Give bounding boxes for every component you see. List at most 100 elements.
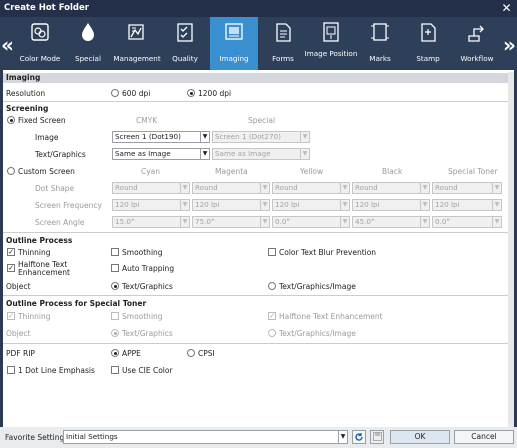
angle-black-value: 45.0° (355, 217, 375, 226)
column-magenta: Magenta (215, 167, 248, 176)
special-text-graphics-label: Text/Graphics (122, 329, 173, 338)
save-favorite-button[interactable] (370, 430, 384, 444)
column-cyan: Cyan (141, 167, 161, 176)
frequency-yellow-value: 120 lpi (275, 200, 300, 209)
favorite-setting-value: Initial Settings (66, 432, 118, 441)
radio-special-text-graphics-image (268, 329, 276, 337)
thinning-checkbox[interactable]: ✓ (7, 248, 15, 256)
favorite-setting-select[interactable]: Initial Settings ▼ (63, 430, 348, 444)
tab-special[interactable]: Special (64, 17, 112, 70)
auto-trapping-checkbox[interactable] (111, 264, 119, 272)
color-mode-icon (16, 21, 64, 43)
radio-appe[interactable] (111, 349, 119, 357)
radio-object-text-graphics[interactable] (111, 282, 119, 290)
image-position-icon (307, 21, 355, 43)
use-cie-color-checkbox[interactable] (111, 366, 119, 374)
dot-shape-black-select: Round ▼ (352, 182, 430, 194)
color-text-blur-checkbox[interactable] (268, 248, 276, 256)
chevron-down-icon: ▼ (340, 200, 349, 210)
smoothing-checkbox[interactable] (111, 248, 119, 256)
tab-marks[interactable]: Marks (356, 17, 404, 70)
outline-special-heading: Outline Process for Special Toner (6, 299, 147, 308)
text-graphics-cmyk-select[interactable]: Same as Image ▼ (112, 148, 210, 160)
radio-object-text-graphics-image[interactable] (268, 282, 276, 290)
tab-imaging[interactable]: Imaging (210, 17, 258, 70)
tab-label: Workflow (460, 54, 494, 63)
column-special-toner: Special Toner (448, 167, 498, 176)
image-cmyk-value: Screen 1 (Dot190) (115, 132, 181, 141)
toolbar-next-arrow[interactable]: » (503, 33, 516, 57)
radio-cpsi[interactable] (187, 349, 195, 357)
close-button[interactable]: ✕ (500, 2, 513, 15)
cancel-button[interactable]: Cancel (454, 430, 514, 444)
chevron-down-icon: ▼ (180, 200, 189, 210)
frequency-special-select: 120 lpi ▼ (432, 199, 502, 211)
frequency-cyan-select: 120 lpi ▼ (112, 199, 190, 211)
tab-color-mode[interactable]: Color Mode (16, 17, 64, 70)
object-text-graphics-label: Text/Graphics (122, 282, 173, 291)
radio-custom-screen[interactable] (7, 167, 15, 175)
use-cie-color-label: Use CIE Color (122, 366, 173, 375)
angle-cyan-select: 15.0° ▼ (112, 216, 190, 228)
divider (3, 295, 508, 296)
divider (3, 343, 508, 344)
outline-process-heading: Outline Process (6, 236, 73, 245)
ok-button[interactable]: OK (390, 430, 450, 444)
angle-special-value: 0.0° (435, 217, 451, 226)
toolbar-prev-arrow[interactable]: « (1, 33, 14, 57)
tab-stamp[interactable]: Stamp (404, 17, 452, 70)
angle-special-select: 0.0° ▼ (432, 216, 502, 228)
chevron-down-icon: ▼ (420, 200, 429, 210)
section-imaging-header: Imaging (3, 73, 508, 83)
text-graphics-special-select: Same as Image ▼ (212, 148, 310, 160)
chevron-down-icon: ▼ (492, 200, 501, 210)
vertical-scrollbar[interactable] (508, 72, 514, 427)
dot-line-emphasis-label: 1 Dot Line Emphasis (18, 366, 95, 375)
smoothing-label: Smoothing (122, 248, 163, 257)
chevron-down-icon: ▼ (200, 149, 209, 159)
custom-screen-label: Custom Screen (18, 167, 75, 176)
tab-image-position[interactable]: Image Position (305, 17, 357, 70)
footer-bar: Favorite Setting Initial Settings ▼ OK Ca… (0, 427, 517, 448)
marks-icon (356, 21, 404, 43)
radio-1200dpi[interactable] (187, 89, 195, 97)
pdf-rip-label: PDF RIP (6, 349, 35, 358)
radio-fixed-screen[interactable] (7, 116, 15, 124)
chevron-down-icon: ▼ (300, 149, 309, 159)
dot-shape-yellow-value: Round (275, 183, 298, 192)
tab-quality[interactable]: Quality (161, 17, 209, 70)
refresh-button[interactable] (352, 430, 366, 444)
angle-magenta-value: 75.0° (195, 217, 215, 226)
dot-line-emphasis-checkbox[interactable] (7, 366, 15, 374)
special-smoothing-checkbox (111, 312, 119, 320)
image-cmyk-select[interactable]: Screen 1 (Dot190) ▼ (112, 131, 210, 143)
column-special: Special (248, 116, 276, 125)
dot-shape-cyan-select: Round ▼ (112, 182, 190, 194)
angle-yellow-select: 0.0° ▼ (272, 216, 350, 228)
dot-shape-special-value: Round (435, 183, 458, 192)
drop-icon (64, 21, 112, 43)
refresh-icon (354, 433, 364, 444)
chevron-down-icon: ▼ (260, 200, 269, 210)
screen-angle-label: Screen Angle (35, 218, 85, 227)
favorite-setting-label: Favorite Setting (5, 433, 65, 442)
tab-workflow[interactable]: Workflow (453, 17, 501, 70)
tab-management[interactable]: Management (113, 17, 161, 70)
settings-panel: Imaging Resolution 600 dpi 1200 dpi Scre… (3, 70, 514, 427)
tab-forms[interactable]: Forms (259, 17, 307, 70)
radio-600dpi[interactable] (111, 89, 119, 97)
frequency-special-value: 120 lpi (435, 200, 460, 209)
category-toolbar: « Color Mode Special Management Quality … (0, 17, 517, 70)
special-halftone-label: Halftone Text Enhancement (279, 312, 383, 321)
halftone-text-checkbox[interactable]: ✓ (7, 264, 15, 272)
radio-1200dpi-label: 1200 dpi (198, 89, 232, 98)
frequency-magenta-value: 120 lpi (195, 200, 220, 209)
angle-magenta-select: 75.0° ▼ (192, 216, 270, 228)
chevron-down-icon: ▼ (492, 217, 501, 227)
text-graphics-label: Text/Graphics (35, 150, 86, 159)
chevron-down-icon: ▼ (340, 217, 349, 227)
forms-icon (259, 21, 307, 43)
workflow-icon (453, 21, 501, 43)
angle-cyan-value: 15.0° (115, 217, 135, 226)
dot-shape-yellow-select: Round ▼ (272, 182, 350, 194)
